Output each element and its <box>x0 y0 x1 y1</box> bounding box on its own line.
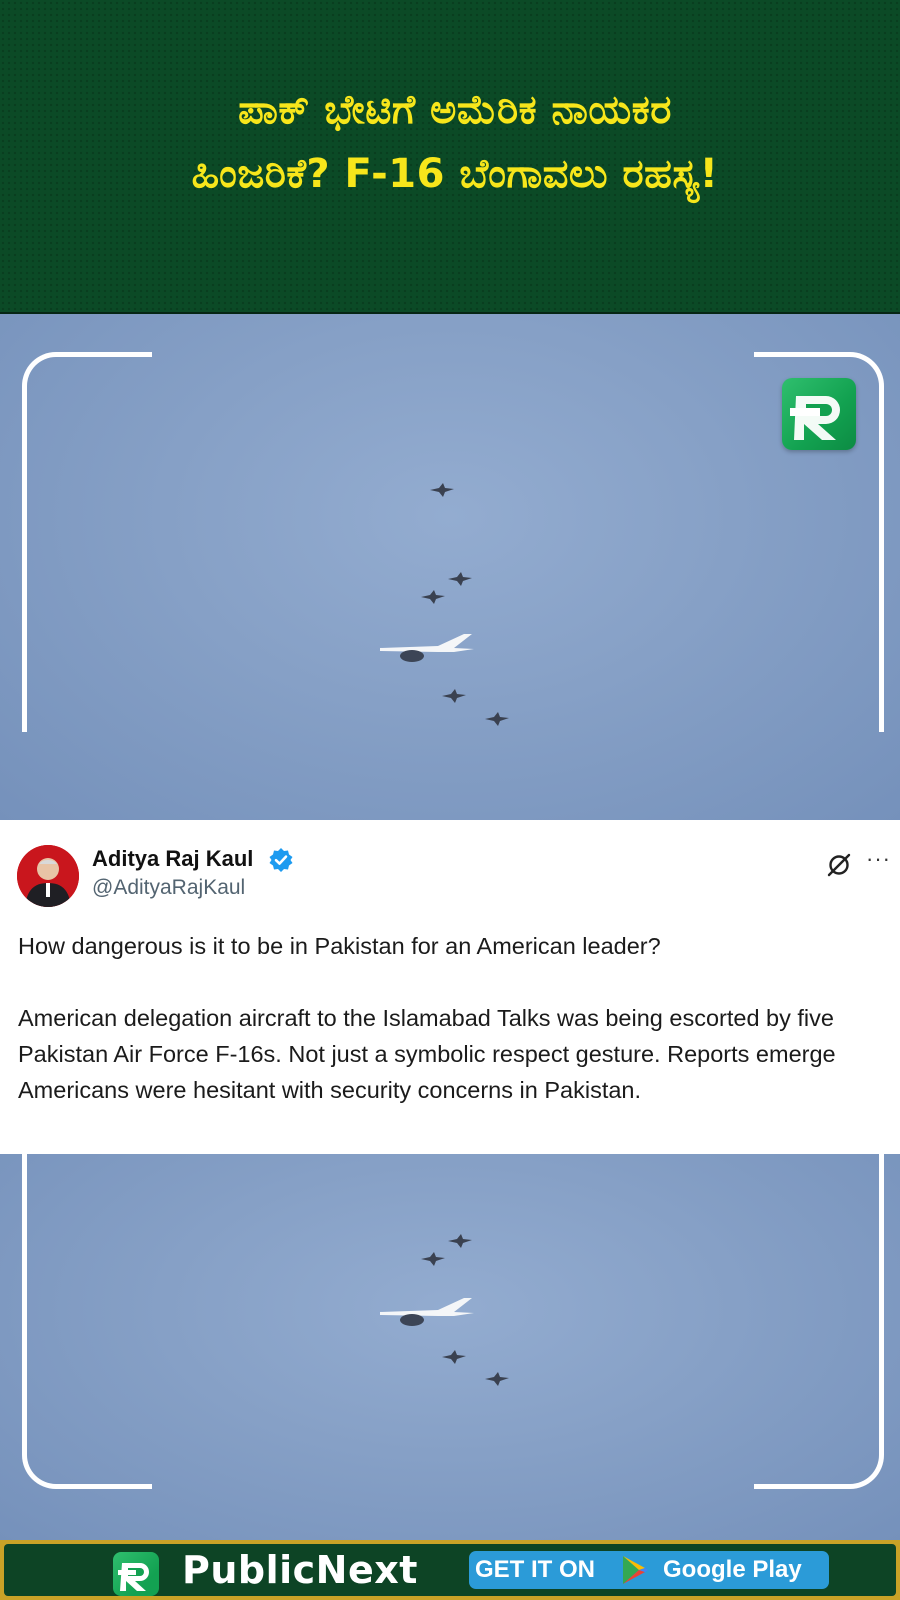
tweet-card: Aditya Raj Kaul @AdityaRajKaul ··· How d… <box>0 820 900 1154</box>
tweet-text: How dangerous is it to be in Pakistan fo… <box>18 928 888 1108</box>
google-play-icon <box>623 1556 648 1584</box>
airliner-icon <box>380 1298 474 1326</box>
author-handle[interactable]: @AdityaRajKaul <box>92 876 245 900</box>
headline: ಪಾಕ್ ಭೇಟಿಗೆ ಅಮೆರಿಕ ನಾಯಕರ ಹಿಂಜರಿಕೆ? F-16 … <box>30 78 880 206</box>
video-frame-top <box>0 314 900 820</box>
frame-corner-bottom-right <box>754 1154 884 1489</box>
fighter-jet-icon <box>485 712 509 726</box>
store-prefix: GET IT ON <box>475 1556 595 1583</box>
google-play-badge[interactable]: GET IT ON Google Play <box>469 1551 829 1589</box>
video-frame-bottom <box>0 1154 900 1540</box>
footer-banner: PublicNext GET IT ON Google Play <box>0 1540 900 1600</box>
fighter-jet-icon <box>442 689 466 703</box>
tweet-paragraph: American delegation aircraft to the Isla… <box>18 1005 836 1103</box>
footer-bar: PublicNext GET IT ON Google Play <box>4 1544 896 1596</box>
frame-corner-bottom-left <box>22 1154 152 1489</box>
publicnext-logo-icon <box>113 1552 159 1596</box>
fighter-jet-icon <box>448 1234 472 1248</box>
avatar[interactable] <box>17 845 79 907</box>
fighter-jet-icon <box>421 590 445 604</box>
fighter-jet-icon <box>430 483 454 497</box>
headline-banner: ಪಾಕ್ ಭೇಟಿಗೆ ಅಮೆರಿಕ ನಾಯಕರ ಹಿಂಜರಿಕೆ? F-16 … <box>0 0 900 314</box>
publicnext-logo-icon <box>782 378 856 450</box>
grok-icon[interactable] <box>824 850 854 880</box>
headline-line-2: ಹಿಂಜರಿಕೆ? F-16 ಬೆಂಗಾವಲು ರಹಸ್ಯ! <box>191 151 719 197</box>
fighter-jet-icon <box>448 572 472 586</box>
airliner-icon <box>380 634 474 662</box>
fighter-jet-icon <box>421 1252 445 1266</box>
tweet-paragraph: How dangerous is it to be in Pakistan fo… <box>18 933 661 959</box>
brand-name: PublicNext <box>182 1548 418 1592</box>
fighter-jet-icon <box>485 1372 509 1386</box>
verified-badge-icon <box>269 848 293 872</box>
frame-corner-top-left <box>22 352 152 732</box>
fighter-jet-icon <box>442 1350 466 1364</box>
store-name: Google Play <box>663 1556 802 1583</box>
author-name[interactable]: Aditya Raj Kaul <box>92 846 253 872</box>
more-options-icon[interactable]: ··· <box>866 846 891 872</box>
headline-line-1: ಪಾಕ್ ಭೇಟಿಗೆ ಅಮೆರಿಕ ನಾಯಕರ <box>238 87 672 133</box>
